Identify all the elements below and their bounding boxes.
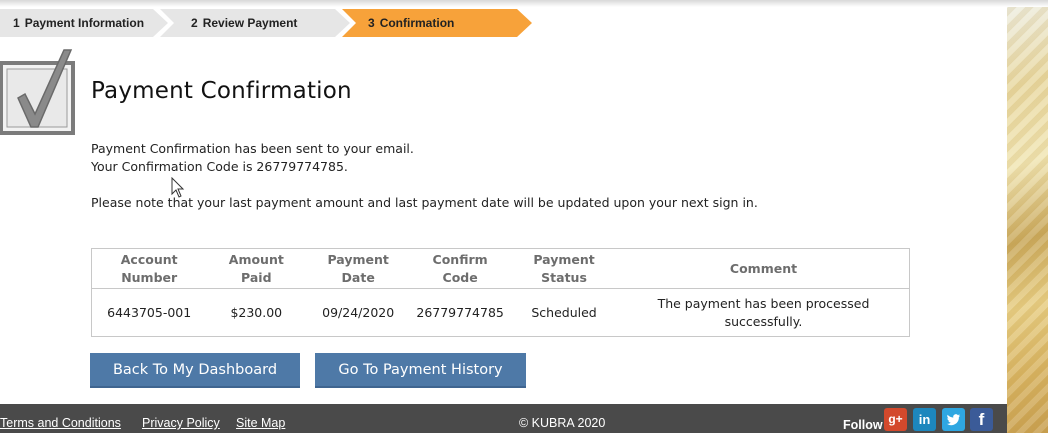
twitter-icon[interactable] <box>942 408 965 431</box>
header-payment-date: Payment Date <box>306 248 411 289</box>
linkedin-icon[interactable]: in <box>913 408 936 431</box>
back-to-dashboard-button[interactable]: Back To My Dashboard <box>90 353 300 388</box>
header-payment-status: Payment Status <box>510 248 618 289</box>
table-row: 6443705-001 $230.00 09/24/2020 267797747… <box>92 289 910 337</box>
step-review-payment: 2 Review Payment <box>160 9 350 37</box>
step-label: Confirmation <box>379 16 455 30</box>
cell-payment-date: 09/24/2020 <box>322 304 395 320</box>
google-plus-icon[interactable]: g+ <box>884 408 907 431</box>
site-map-link[interactable]: Site Map <box>236 416 285 430</box>
cell-confirm-code: 26779774785 <box>416 304 504 320</box>
page-title: Payment Confirmation <box>91 78 352 104</box>
cell-account-number: 6443705-001 <box>107 304 192 320</box>
confirmation-code-message: Your Confirmation Code is 26779774785. <box>91 159 348 174</box>
step-label: Review Payment <box>202 16 298 30</box>
email-sent-message: Payment Confirmation has been sent to yo… <box>91 141 414 156</box>
step-number: 3 <box>368 16 375 30</box>
payment-summary-table: Account Number Amount Paid Payment Date Con… <box>91 248 910 337</box>
step-payment-information: 1 Payment Information <box>0 9 168 37</box>
cell-amount-paid: $230.00 <box>230 304 283 320</box>
top-border <box>0 0 1048 7</box>
cell-payment-status: Scheduled <box>531 304 597 320</box>
facebook-icon[interactable]: f <box>970 408 993 431</box>
follow-label: Follow <box>843 418 883 432</box>
step-number: 1 <box>13 16 20 30</box>
twitter-bird-icon <box>947 414 960 426</box>
payment-history-button[interactable]: Go To Payment History <box>315 353 526 388</box>
footer: Terms and Conditions Privacy Policy Site… <box>0 404 1007 433</box>
header-comment: Comment <box>617 248 910 289</box>
copyright-text: © KUBRA 2020 <box>519 416 606 430</box>
header-amount-paid: Amount Paid <box>206 248 307 289</box>
header-confirm-code: Confirm Code <box>410 248 511 289</box>
header-account-number: Account Number <box>91 248 207 289</box>
checkbox-check-icon <box>0 49 75 135</box>
background-image-strip <box>1007 0 1048 433</box>
cell-comment: The payment has been processed successful… <box>657 295 870 329</box>
privacy-policy-link[interactable]: Privacy Policy <box>142 416 220 430</box>
table-header-row: Account Number Amount Paid Payment Date Con… <box>91 248 910 289</box>
update-note: Please note that your last payment amoun… <box>91 195 758 210</box>
main-content: 1 Payment Information 2 Review Payment 3 Co… <box>0 0 1048 404</box>
step-label: Payment Information <box>24 16 145 30</box>
step-confirmation: 3 Confirmation <box>342 9 532 37</box>
step-number: 2 <box>191 16 198 30</box>
terms-link[interactable]: Terms and Conditions <box>0 416 121 430</box>
